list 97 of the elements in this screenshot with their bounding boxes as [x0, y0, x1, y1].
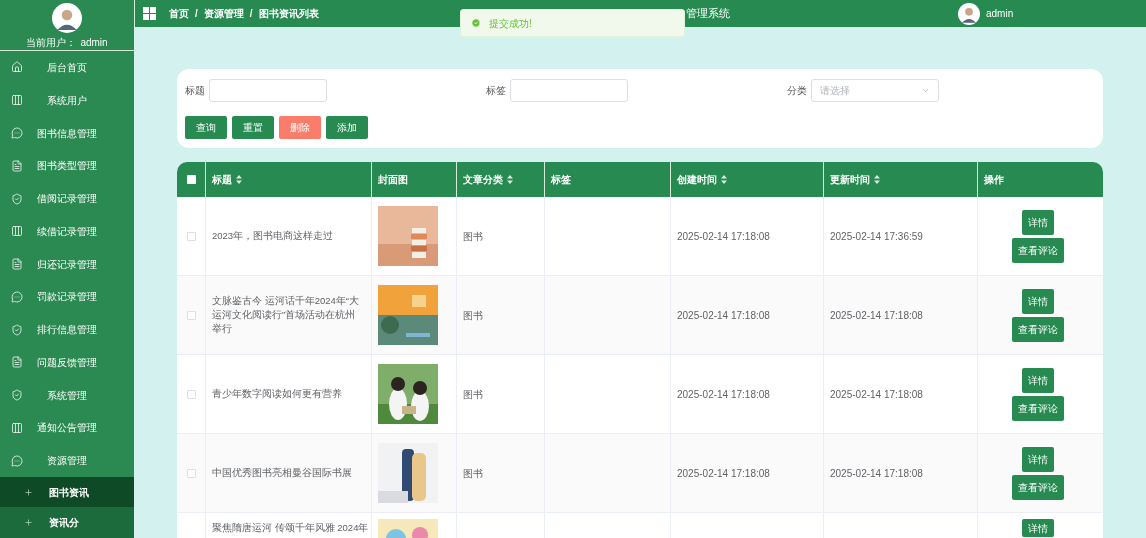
menu-item[interactable]: 图书信息管理	[0, 116, 134, 150]
view-comments-button[interactable]: 查看评论	[1011, 237, 1064, 263]
header-user-name[interactable]: admin	[986, 6, 1014, 21]
column-header: 操作	[984, 173, 1004, 187]
menu-item[interactable]: 罚款记录管理	[0, 280, 134, 314]
breadcrumb-separator: /	[195, 7, 198, 21]
view-comments-button[interactable]: 查看评论	[1011, 395, 1064, 421]
action-button[interactable]: 重置	[232, 116, 274, 139]
details-button[interactable]: 详情	[1021, 209, 1054, 235]
text-input[interactable]	[209, 79, 327, 102]
title-cell: 青少年数字阅读如何更有营养	[212, 387, 342, 401]
avatar-icon	[958, 2, 980, 25]
title-cell: 2023年，图书电商这样走过	[212, 229, 334, 243]
success-toast: 提交成功!	[460, 9, 685, 37]
chat-icon	[11, 290, 23, 303]
breadcrumb-link[interactable]: 图书资讯列表	[258, 6, 319, 21]
plus-icon	[24, 518, 33, 528]
updated-time-cell-text: 2025-02-14 17:36:59	[830, 229, 923, 244]
row-checkbox[interactable]	[186, 468, 196, 478]
category-cell-text: 图书	[463, 466, 483, 481]
menu-item[interactable]: 问题反馈管理	[0, 346, 134, 379]
grid-menu-icon[interactable]	[143, 7, 156, 20]
chevron-down-icon	[921, 86, 930, 95]
details-button[interactable]: 详情	[1021, 446, 1054, 472]
column-header: 封面图	[378, 173, 408, 187]
created-time-cell-text: 2025-02-14 17:18:08	[677, 229, 770, 244]
view-comments-button[interactable]: 查看评论	[1011, 316, 1064, 342]
title-cell: 聚焦隋唐运河 传颂千年风雅 2024年	[212, 521, 369, 535]
category-cell-text: 图书	[463, 308, 483, 323]
row-checkbox[interactable]	[186, 389, 196, 399]
chat-icon	[11, 127, 23, 139]
row-checkbox[interactable]	[186, 231, 196, 241]
check-circle-icon	[471, 18, 481, 28]
column-header[interactable]: 创建时间	[677, 172, 717, 187]
sort-icon[interactable]	[721, 175, 727, 184]
breadcrumb-link[interactable]: 首页	[169, 6, 189, 21]
columns-icon	[11, 94, 23, 107]
category-cell-text: 图书	[463, 387, 483, 402]
text-input[interactable]	[510, 79, 628, 102]
created-time-cell-text: 2025-02-14 17:18:08	[677, 387, 770, 402]
title-cell: 中国优秀图书亮相曼谷国际书展	[212, 466, 352, 480]
column-header: 标签	[551, 173, 571, 187]
document-icon	[11, 258, 23, 271]
document-icon	[11, 159, 23, 172]
details-button[interactable]: 详情	[1021, 288, 1054, 314]
document-icon	[11, 356, 23, 369]
updated-time-cell-text: 2025-02-14 17:18:08	[830, 466, 923, 481]
created-time-cell-text: 2025-02-14 17:18:08	[677, 466, 770, 481]
sort-icon[interactable]	[874, 175, 880, 184]
column-header[interactable]: 更新时间	[830, 172, 870, 187]
field-label: 标题	[185, 84, 206, 98]
home-icon	[11, 61, 23, 74]
menu-item[interactable]: 后台首页	[0, 51, 134, 84]
updated-time-cell-text: 2025-02-14 17:18:08	[830, 308, 923, 323]
category-select[interactable]: 请选择	[811, 79, 939, 102]
action-button[interactable]: 添加	[326, 116, 368, 139]
shield-icon	[11, 192, 23, 205]
avatar-icon	[52, 3, 82, 33]
column-header[interactable]: 文章分类	[463, 172, 503, 187]
action-button[interactable]: 删除	[279, 116, 321, 139]
sort-icon[interactable]	[236, 175, 242, 184]
details-button[interactable]: 详情	[1021, 519, 1054, 537]
sort-icon[interactable]	[507, 175, 513, 184]
columns-icon	[11, 421, 23, 434]
menu-item[interactable]: 资源管理	[0, 444, 134, 478]
title-cell-text: 文脉鉴古今 运河话千年2024年“大运河文化阅读行”首场活动在杭州举行	[212, 294, 360, 336]
columns-icon	[11, 225, 23, 238]
chat-icon	[11, 454, 23, 467]
menu-item[interactable]: 系统管理	[0, 378, 134, 412]
menu-item[interactable]: 图书类型管理	[0, 149, 134, 183]
menu-item[interactable]: 续借记录管理	[0, 214, 134, 248]
menu-item[interactable]: 排行信息管理	[0, 313, 134, 346]
current-user-name: admin	[80, 38, 108, 48]
system-title: 管理系统	[686, 6, 730, 22]
category-cell-text: 图书	[463, 229, 483, 244]
shield-icon	[11, 323, 23, 336]
shield-icon	[11, 389, 23, 402]
field-label: 分类	[787, 84, 808, 98]
menu-item[interactable]: 借阅记录管理	[0, 182, 134, 215]
select-all-checkbox[interactable]	[186, 175, 196, 184]
details-button[interactable]: 详情	[1021, 367, 1054, 393]
field-label: 标签	[486, 84, 507, 98]
plus-icon	[24, 487, 33, 497]
menu-item[interactable]: 归还记录管理	[0, 247, 134, 281]
updated-time-cell-text: 2025-02-14 17:18:08	[830, 387, 923, 402]
current-user-label: 当前用户：	[26, 38, 77, 48]
submenu-item[interactable]: 资讯分	[0, 507, 134, 538]
submenu-item[interactable]: 图书资讯	[0, 477, 134, 508]
column-header[interactable]: 标题	[212, 172, 232, 187]
breadcrumb-separator: /	[249, 7, 253, 21]
row-checkbox[interactable]	[186, 310, 196, 320]
breadcrumb-link[interactable]: 资源管理	[203, 6, 244, 21]
action-button[interactable]: 查询	[185, 116, 227, 139]
view-comments-button[interactable]: 查看评论	[1011, 474, 1064, 500]
menu-item[interactable]: 系统用户	[0, 83, 134, 117]
menu-item[interactable]: 通知公告管理	[0, 411, 134, 445]
created-time-cell-text: 2025-02-14 17:18:08	[677, 308, 770, 323]
